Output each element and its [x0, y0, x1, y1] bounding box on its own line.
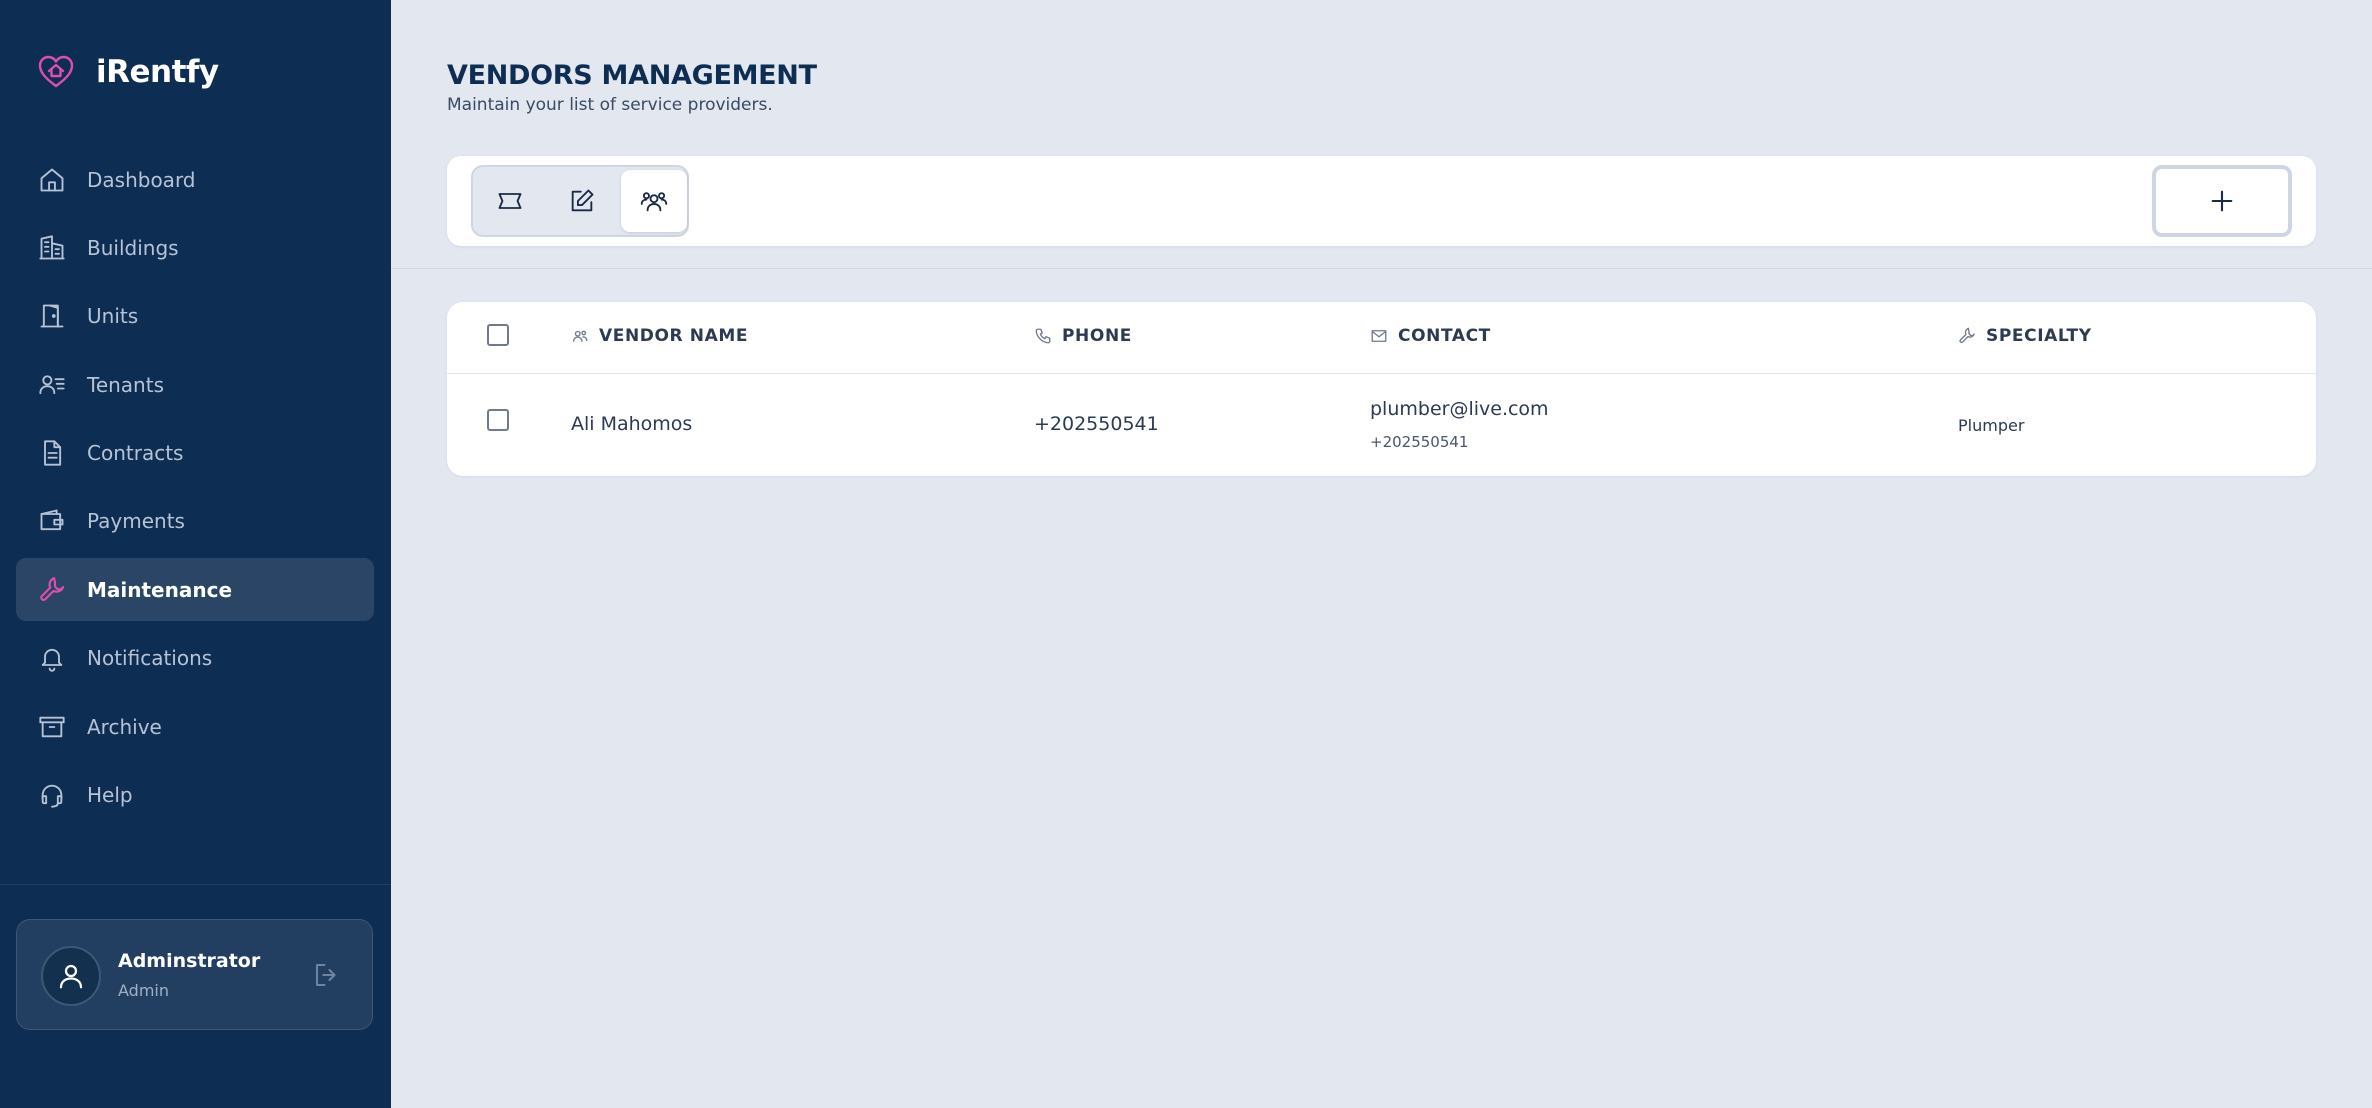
headset-icon — [41, 784, 63, 808]
page-title: VENDORS MANAGEMENT — [447, 60, 817, 91]
bell-icon — [41, 649, 63, 672]
wrench-icon — [40, 576, 65, 601]
user-icon — [59, 964, 83, 989]
sidebar-item-units[interactable]: Units — [16, 285, 374, 348]
user-name: Adminstrator — [118, 950, 261, 972]
user-role: Admin — [118, 981, 169, 1000]
column-label: PHONE — [1062, 326, 1132, 346]
select-all-checkbox[interactable] — [487, 324, 509, 346]
sidebar-item-payments[interactable]: Payments — [16, 490, 374, 553]
user-card[interactable]: Adminstrator Admin — [16, 919, 373, 1030]
sidebar-item-label: Maintenance — [87, 577, 233, 602]
document-icon — [44, 440, 62, 466]
sidebar-item-notifications[interactable]: Notifications — [16, 627, 374, 690]
page-subtitle: Maintain your list of service providers. — [447, 95, 773, 115]
toolbar — [447, 156, 2316, 246]
sidebar-item-label: Notifications — [87, 646, 213, 671]
content-divider — [391, 268, 2372, 269]
sidebar-item-tenants[interactable]: Tenants — [16, 353, 374, 416]
phone-icon — [1035, 328, 1051, 344]
sidebar-divider — [0, 884, 391, 885]
vendor-name-cell: Ali Mahomos — [571, 413, 693, 435]
sidebar-item-label: Units — [87, 304, 139, 329]
sidebar-item-dashboard[interactable]: Dashboard — [16, 148, 374, 211]
users-icon — [640, 192, 668, 212]
sidebar-item-label: Help — [87, 783, 133, 808]
view-edit-button[interactable] — [549, 170, 615, 232]
heart-home-logo-icon — [38, 55, 74, 88]
column-label: VENDOR NAME — [599, 326, 749, 346]
users-icon — [572, 330, 588, 342]
sidebar-item-label: Payments — [87, 509, 185, 534]
column-contact[interactable]: CONTACT — [1370, 326, 1491, 346]
archive-icon — [39, 716, 65, 737]
sidebar-item-help[interactable]: Help — [16, 764, 374, 827]
mail-icon — [1371, 330, 1387, 342]
buildings-icon — [39, 235, 65, 260]
view-vendors-button[interactable] — [621, 170, 687, 232]
phone-cell: +202550541 — [1034, 413, 1159, 435]
brand[interactable]: iRentfy — [36, 52, 219, 92]
home-icon — [40, 168, 64, 191]
contact-phone-cell: +202550541 — [1370, 433, 1469, 451]
sidebar-item-label: Contracts — [87, 441, 184, 466]
avatar — [41, 946, 101, 1006]
sidebar-item-label: Archive — [87, 714, 162, 739]
user-list-icon — [39, 374, 65, 394]
wallet-icon — [40, 510, 64, 531]
specialty-cell: Plumper — [1958, 416, 2025, 435]
column-vendor-name[interactable]: VENDOR NAME — [571, 326, 748, 346]
plus-icon — [2211, 190, 2233, 212]
sidebar: iRentfy Dashboard Buildings Units Tenant… — [0, 0, 391, 1108]
row-checkbox[interactable] — [487, 409, 509, 431]
sidebar-item-label: Tenants — [87, 372, 164, 397]
sidebar-nav: Dashboard Buildings Units Tenants Contra… — [16, 148, 374, 832]
logout-icon[interactable] — [312, 960, 342, 990]
sidebar-item-maintenance[interactable]: Maintenance — [16, 558, 374, 622]
column-specialty[interactable]: SPECIALTY — [1958, 326, 2092, 346]
add-vendor-button[interactable] — [2152, 165, 2292, 237]
ticket-icon — [498, 193, 522, 209]
contact-email-cell: plumber@live.com — [1370, 398, 1549, 420]
brand-name: iRentfy — [96, 54, 219, 90]
sidebar-item-label: Buildings — [87, 235, 179, 260]
door-icon — [40, 304, 64, 328]
table-header: VENDOR NAME PHONE CONTACT SPECIALTY — [447, 302, 2316, 374]
sidebar-item-buildings[interactable]: Buildings — [16, 216, 374, 279]
view-switcher — [471, 165, 689, 237]
column-label: SPECIALTY — [1986, 326, 2092, 346]
sidebar-item-archive[interactable]: Archive — [16, 695, 374, 758]
edit-icon — [571, 189, 594, 212]
vendors-table: VENDOR NAME PHONE CONTACT SPECIALTY Ali … — [447, 302, 2316, 476]
wrench-icon — [1959, 327, 1975, 344]
sidebar-item-label: Dashboard — [87, 167, 196, 192]
column-label: CONTACT — [1398, 326, 1491, 346]
sidebar-item-contracts[interactable]: Contracts — [16, 422, 374, 485]
view-tickets-button[interactable] — [477, 170, 543, 232]
column-phone[interactable]: PHONE — [1034, 326, 1132, 346]
